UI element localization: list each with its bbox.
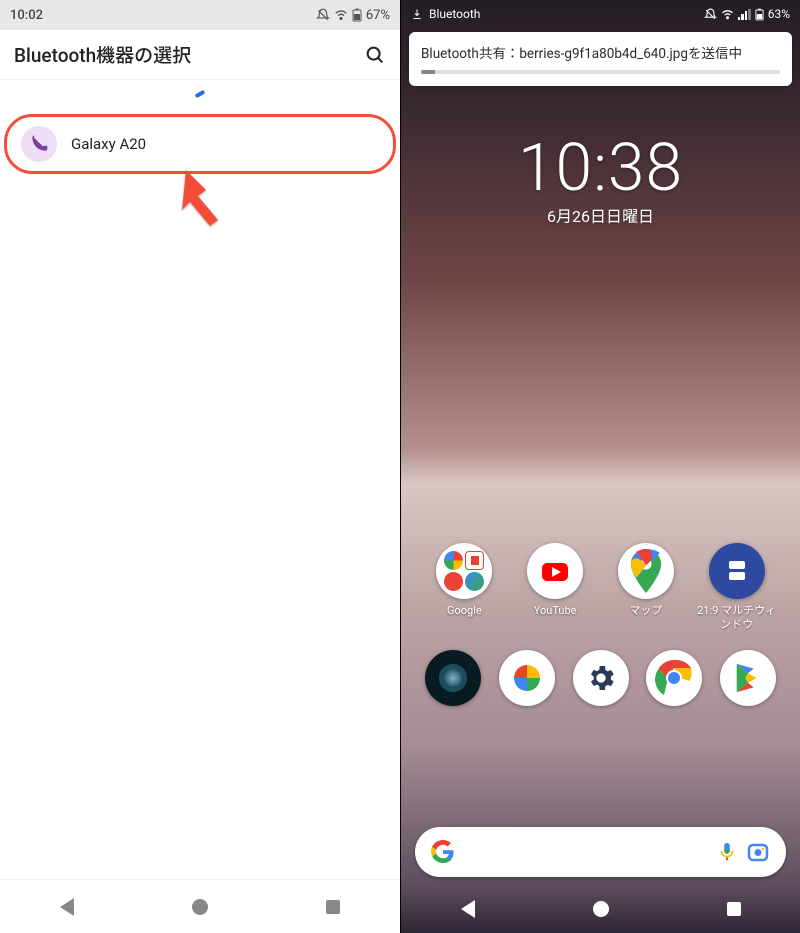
search-icon[interactable] xyxy=(364,44,386,66)
app-google-folder[interactable]: Google xyxy=(424,543,504,632)
page-title: Bluetooth機器の選択 xyxy=(14,41,191,68)
bell-off-icon xyxy=(704,8,717,21)
app-label: Google xyxy=(447,604,482,630)
nav-bar xyxy=(401,885,800,933)
app-play-store[interactable] xyxy=(718,650,778,737)
play-store-icon xyxy=(720,650,776,706)
lock-date: 6月26日日曜日 xyxy=(401,203,800,227)
mic-icon[interactable] xyxy=(716,841,738,863)
battery-icon xyxy=(352,8,362,22)
bluetooth-transfer-notification[interactable]: Bluetooth共有：berries-g9f1a80b4d_640.jpgを送… xyxy=(409,32,792,86)
battery-percent: 67% xyxy=(366,8,390,23)
chrome-icon xyxy=(646,650,702,706)
google-search-bar[interactable] xyxy=(415,827,786,877)
device-name: Galaxy A20 xyxy=(71,135,146,153)
app-settings[interactable] xyxy=(571,650,631,737)
phone-icon xyxy=(21,126,57,162)
youtube-icon xyxy=(527,543,583,599)
app-row-1: Google YouTube マップ 21:9 マルチウィンドウ xyxy=(401,543,800,632)
app-row-2 xyxy=(401,650,800,737)
battery-percent: 63% xyxy=(768,7,790,21)
notification-text: Bluetooth共有：berries-g9f1a80b4d_640.jpgを送… xyxy=(421,42,780,62)
photos-icon xyxy=(499,650,555,706)
nav-recent[interactable] xyxy=(724,899,744,919)
status-bar: Bluetooth 63% xyxy=(401,0,800,28)
google-folder-icon xyxy=(436,543,492,599)
status-icons: 67% xyxy=(316,8,390,23)
status-time: 10:02 xyxy=(10,8,43,23)
nav-back[interactable] xyxy=(57,897,77,917)
signal-icon xyxy=(738,9,751,20)
app-maps[interactable]: マップ xyxy=(606,543,686,632)
home-apps: Google YouTube マップ 21:9 マルチウィンドウ xyxy=(401,227,800,823)
status-bar: 10:02 67% xyxy=(0,0,400,30)
app-chrome[interactable] xyxy=(644,650,704,737)
lens-icon[interactable] xyxy=(746,840,770,864)
download-icon xyxy=(411,8,423,20)
status-app-label: Bluetooth xyxy=(429,7,480,21)
app-photos[interactable] xyxy=(497,650,557,737)
nav-home[interactable] xyxy=(591,899,611,919)
nav-bar xyxy=(0,879,400,933)
loading-spinner xyxy=(0,80,400,108)
lock-clock: 10:38 xyxy=(401,130,800,207)
app-label: 21:9 マルチウィンドウ xyxy=(697,604,777,632)
maps-icon xyxy=(618,543,674,599)
app-camera[interactable] xyxy=(423,650,483,737)
nav-recent[interactable] xyxy=(323,897,343,917)
device-list: Galaxy A20 xyxy=(0,108,400,180)
camera-lens-icon xyxy=(425,650,481,706)
google-g-icon xyxy=(431,840,455,864)
app-label: YouTube xyxy=(534,604,577,630)
nav-home[interactable] xyxy=(190,897,210,917)
wifi-icon xyxy=(334,8,348,22)
settings-icon xyxy=(573,650,629,706)
phone-right: Bluetooth 63% Bluetooth共有：berries-g9f1a8… xyxy=(400,0,800,933)
wifi-icon xyxy=(721,8,734,21)
app-label: マップ xyxy=(629,604,662,630)
device-item-galaxy-a20[interactable]: Galaxy A20 xyxy=(4,114,396,174)
app-multiwindow[interactable]: 21:9 マルチウィンドウ xyxy=(697,543,777,632)
progress-bar xyxy=(421,70,780,74)
annotation-arrow xyxy=(160,160,260,260)
multiwindow-icon xyxy=(709,543,765,599)
battery-icon xyxy=(755,8,764,21)
phone-left: 10:02 67% Bluetooth機器の選択 Galaxy A20 xyxy=(0,0,400,933)
screen-header: Bluetooth機器の選択 xyxy=(0,30,400,80)
nav-back[interactable] xyxy=(458,899,478,919)
bell-off-icon xyxy=(316,8,330,22)
app-youtube[interactable]: YouTube xyxy=(515,543,595,632)
